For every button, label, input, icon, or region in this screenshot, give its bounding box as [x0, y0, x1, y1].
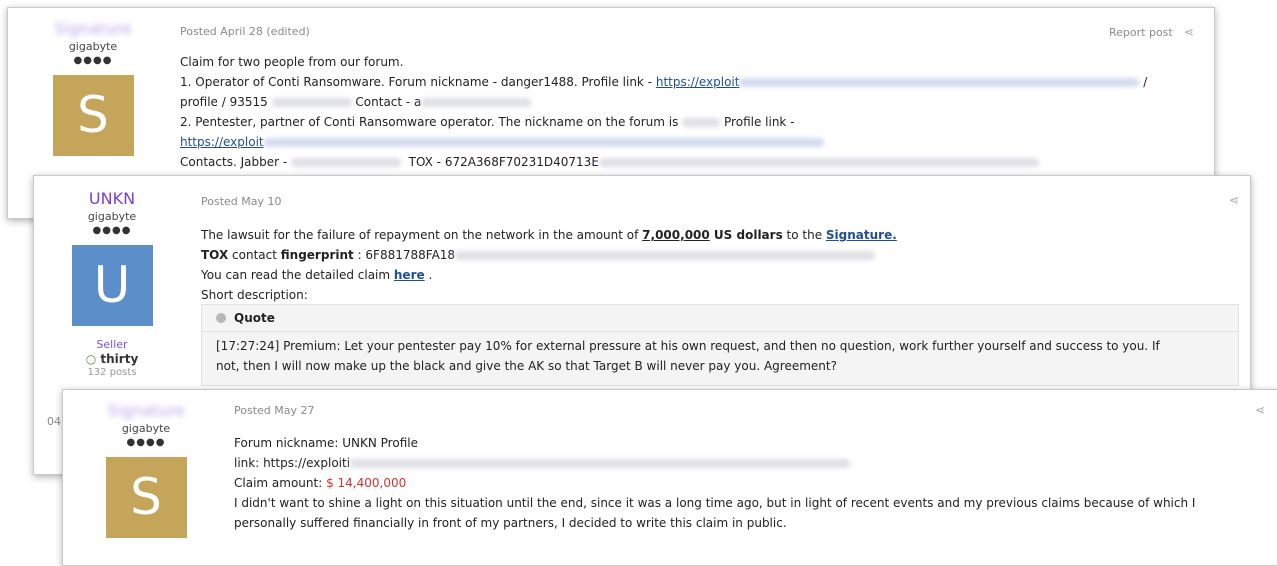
author-block: Signature gigabyte ●●●● S	[48, 20, 138, 156]
content-text: profile / 93515	[180, 95, 268, 109]
content-line: The lawsuit for the failure of repayment…	[201, 225, 1241, 245]
online-label: thirty	[100, 352, 139, 366]
seller-badge: Seller	[96, 338, 128, 351]
content-text: 1. Operator of Conti Ransomware. Forum n…	[180, 75, 656, 89]
avatar[interactable]: S	[52, 75, 134, 156]
author-block: UNKN gigabyte ●●●● U Seller ○ thirty 132…	[64, 190, 160, 379]
currency: US dollars	[709, 228, 783, 242]
content-line: TOX contact fingerprint : 6F881788FA18	[201, 245, 1241, 265]
user-mention-link[interactable]: Signature.	[826, 228, 897, 242]
author-name[interactable]: Signature	[101, 402, 191, 420]
content-text: Contact - a	[355, 95, 422, 109]
avatar-letter: U	[93, 256, 131, 314]
post-content: Forum nickname: UNKN Profile link: https…	[234, 433, 1264, 533]
post-date[interactable]: Posted May 27	[234, 404, 315, 417]
redacted-text	[350, 459, 851, 468]
quote-icon	[216, 312, 226, 323]
content-text: .	[424, 268, 433, 282]
author-name[interactable]: UNKN	[64, 190, 160, 208]
content-text: You can read the detailed claim	[201, 268, 394, 282]
post-date[interactable]: Posted May 10	[201, 195, 282, 208]
profile-link-text[interactable]: link: https://exploiti	[234, 456, 350, 470]
rank-pips: ●●●●	[92, 225, 132, 236]
content-text: contact	[228, 248, 281, 262]
content-line: You can read the detailed claim here .	[201, 265, 1241, 285]
profile-link[interactable]: https://exploit	[180, 135, 264, 149]
tox-label: TOX	[201, 248, 229, 262]
content-line: Forum nickname: UNKN Profile	[234, 436, 418, 450]
redacted-text	[421, 98, 532, 107]
online-dot-icon: ○	[85, 352, 97, 366]
fingerprint-label: fingerprint	[280, 248, 354, 262]
redacted-text	[739, 78, 1140, 87]
avatar[interactable]: S	[105, 457, 187, 538]
content-line: Claim amount: $ 14,400,000	[234, 473, 1264, 493]
claim-amount: 7,000,000	[642, 228, 710, 242]
content-text: Contacts. Jabber -	[180, 155, 288, 169]
content-line: I didn't want to shine a light on this s…	[234, 496, 1196, 510]
post-date[interactable]: Posted April 28 (edited)	[180, 25, 310, 38]
author-group: gigabyte	[68, 40, 118, 53]
post-content: Claim for two people from our forum. 1. …	[180, 52, 1200, 172]
author-block: Signature gigabyte ●●●● S	[101, 402, 191, 538]
content-line: 1. Operator of Conti Ransomware. Forum n…	[180, 72, 1200, 92]
redacted-text	[682, 118, 721, 127]
report-post-link[interactable]: Report post ⋖	[1109, 25, 1194, 39]
author-group: gigabyte	[121, 422, 171, 435]
avatar-letter: S	[130, 468, 162, 526]
post-count: 132 posts	[87, 367, 137, 378]
content-line: Contacts. Jabber - TOX - 672A368F70231D4…	[180, 152, 1200, 172]
content-text: to the	[782, 228, 826, 242]
claim-amount: $ 14,400,000	[326, 476, 407, 490]
content-text: /	[1143, 75, 1148, 89]
avatar[interactable]: U	[71, 245, 153, 326]
rank-pips: ●●●●	[126, 437, 166, 448]
content-text: Claim amount:	[234, 476, 327, 490]
redacted-text	[290, 158, 401, 167]
author-name[interactable]: Signature	[48, 20, 138, 38]
content-line: Short description:	[201, 288, 308, 302]
side-date: 04	[47, 415, 61, 428]
profile-link[interactable]: https://exploit	[656, 75, 740, 89]
report-post-label: Report post	[1109, 26, 1173, 39]
content-line: personally suffered financially in front…	[234, 516, 787, 530]
fingerprint-value: : 6F881788FA18	[353, 248, 456, 262]
redacted-text	[271, 98, 352, 107]
content-text: TOX - 672A368F70231D40713E	[408, 155, 599, 169]
content-line: profile / 93515 Contact - a	[180, 92, 1200, 112]
rank-pips: ●●●●	[73, 55, 113, 66]
post-card-3: Signature gigabyte ●●●● S Posted May 27 …	[62, 389, 1277, 566]
share-icon[interactable]: ⋖	[1229, 193, 1239, 207]
quote-title: Quote	[234, 311, 275, 325]
author-group: gigabyte	[87, 210, 137, 223]
online-status: ○ thirty	[64, 352, 160, 367]
redacted-text	[455, 251, 876, 260]
post-content: The lawsuit for the failure of repayment…	[201, 225, 1241, 305]
content-line: link: https://exploiti	[234, 453, 1264, 473]
quote-line: [17:27:24] Premium: Let your pentester p…	[216, 339, 1160, 353]
content-text: Profile link -	[724, 115, 795, 129]
quote-content: [17:27:24] Premium: Let your pentester p…	[202, 332, 1238, 380]
redacted-text	[598, 158, 1039, 167]
content-text: The lawsuit for the failure of repayment…	[201, 228, 643, 242]
share-icon[interactable]: ⋖	[1255, 403, 1265, 417]
avatar-letter: S	[77, 86, 109, 144]
content-line: 2. Pentester, partner of Conti Ransomwar…	[180, 112, 1200, 132]
quote-line: not, then I will now make up the black a…	[216, 359, 837, 373]
content-line: Claim for two people from our forum.	[180, 55, 404, 69]
quote-header: Quote	[202, 305, 1238, 332]
content-line: https://exploit	[180, 132, 1200, 152]
quote-block: Quote [17:27:24] Premium: Let your pente…	[201, 304, 1239, 386]
redacted-text	[263, 138, 824, 147]
share-icon[interactable]: ⋖	[1176, 25, 1194, 39]
content-text: 2. Pentester, partner of Conti Ransomwar…	[180, 115, 679, 129]
claim-link[interactable]: here	[394, 268, 425, 282]
